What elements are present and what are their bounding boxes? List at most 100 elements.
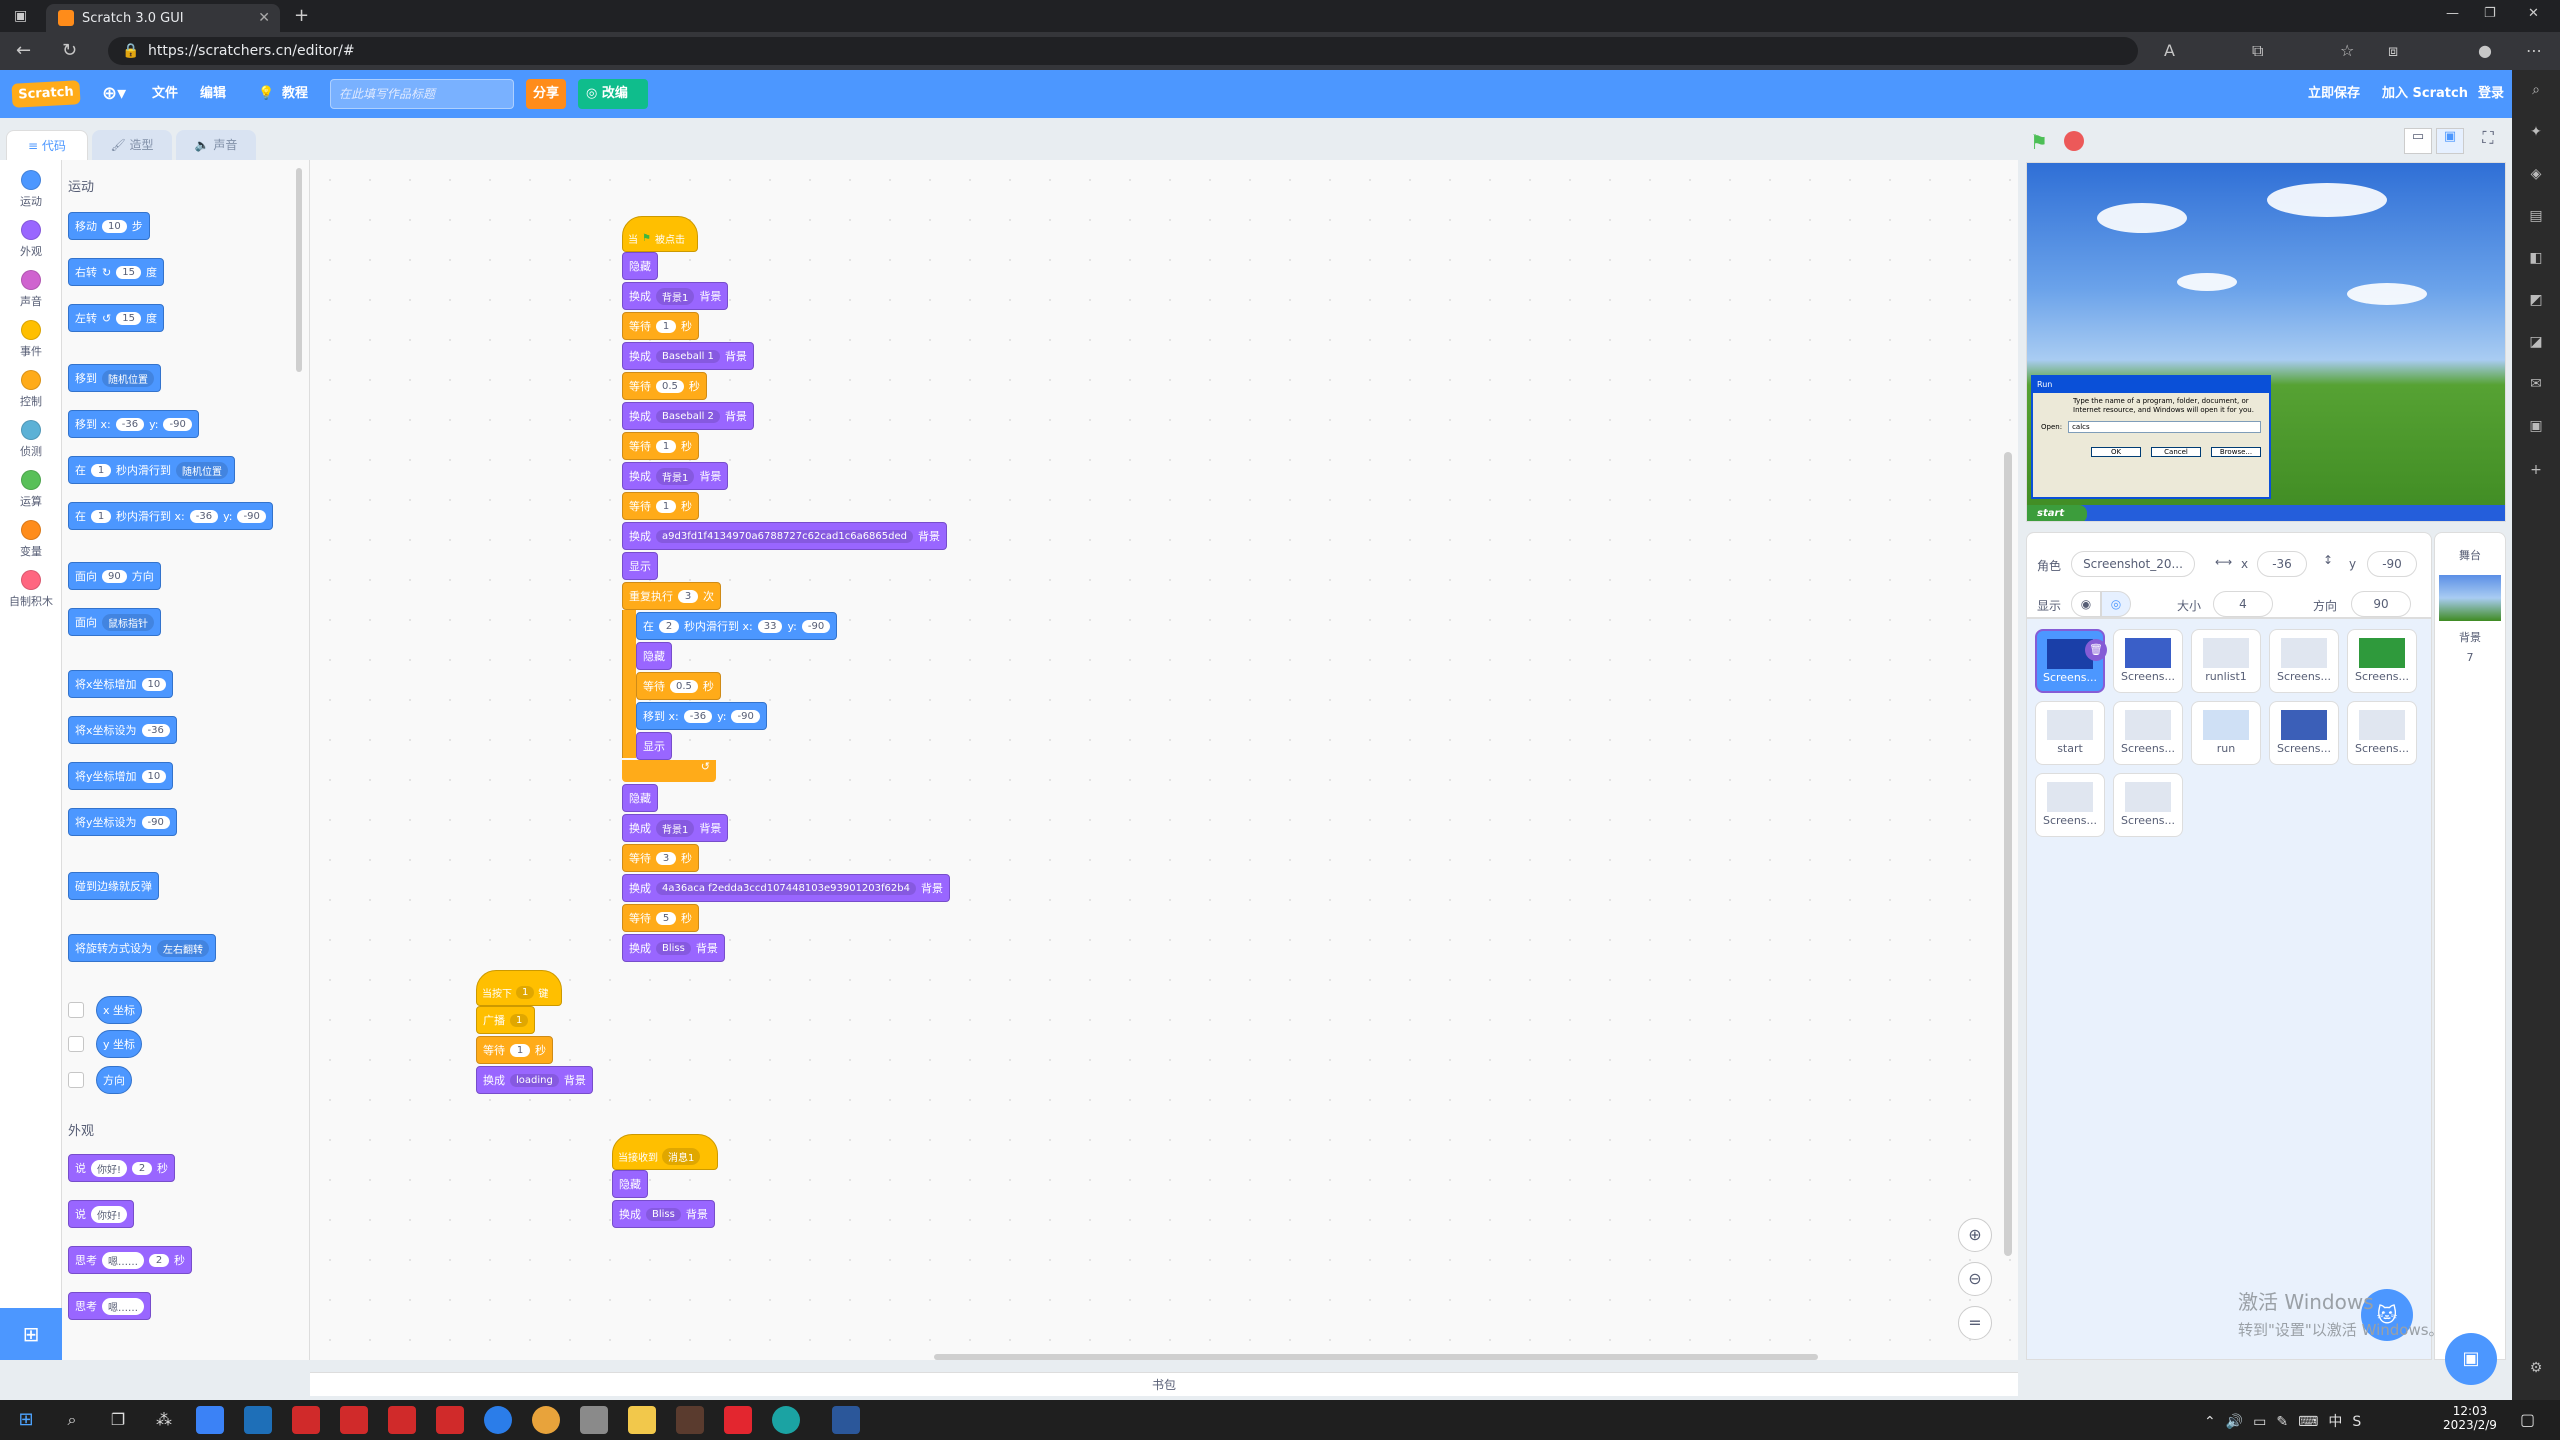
block-input[interactable]: 1 (656, 439, 676, 453)
switch-backdrop-block[interactable]: 换成 背景1 背景 (622, 814, 729, 842)
checkbox-direction[interactable] (68, 1072, 84, 1088)
block-input[interactable]: 0.5 (670, 679, 698, 693)
games-icon[interactable]: ◧ (2526, 250, 2546, 270)
category-7[interactable]: 变量 (0, 514, 62, 564)
block-dropdown[interactable]: Baseball 1 (656, 349, 720, 363)
collections-icon[interactable]: ⧈ (2388, 41, 2398, 61)
large-stage-icon[interactable]: ▣ (2436, 128, 2464, 154)
block-dropdown[interactable]: 鼠标指针 (102, 613, 154, 631)
app-icon-gray[interactable] (580, 1406, 608, 1434)
wait-block[interactable]: 等待 3 秒 (622, 844, 699, 872)
app-icon-red-1[interactable] (292, 1406, 320, 1434)
block-think[interactable]: 思考 嗯…… (68, 1292, 151, 1320)
block-input[interactable]: 3 (678, 589, 698, 603)
block-goto-xy[interactable]: 移到 x: -36 y: -90 (68, 410, 199, 438)
tray-icons[interactable]: ⌃🔊▭✎⌨中S (2204, 1411, 2371, 1431)
when-flag-clicked-block[interactable]: 当 ⚑ 被点击 (622, 216, 698, 252)
direction-input[interactable]: 90 (2351, 591, 2411, 617)
stage-thumbnail[interactable] (2439, 575, 2501, 621)
block-input[interactable]: 1 (656, 499, 676, 513)
when-receive-block[interactable]: 当接收到 消息1 (612, 1134, 718, 1170)
show-hidden-button[interactable]: ◎ (2101, 591, 2131, 617)
block-input[interactable]: -90 (731, 709, 760, 723)
app-icon-1[interactable] (196, 1406, 224, 1434)
checkbox-y[interactable] (68, 1036, 84, 1052)
outlook-icon[interactable]: ◪ (2526, 334, 2546, 354)
block-input[interactable]: 90 (102, 569, 127, 583)
block-input[interactable]: 1 (510, 1043, 530, 1057)
hide-block[interactable]: 隐藏 (622, 252, 658, 280)
join-scratch-button[interactable]: 加入 Scratch (2382, 70, 2468, 118)
block-set-x[interactable]: 将x坐标设为 -36 (68, 716, 177, 744)
block-set-y[interactable]: 将y坐标设为 -90 (68, 808, 177, 836)
block-dropdown[interactable]: Bliss (656, 941, 691, 955)
app-icon-chat[interactable] (484, 1406, 512, 1434)
favorites-icon[interactable]: ☆ (2340, 41, 2354, 60)
switch-backdrop-block[interactable]: 换成 a9d3fd1f4134970a6788727c62cad1c6a6865d… (622, 522, 947, 550)
block-rotation-style[interactable]: 将旋转方式设为 左右翻转 (68, 934, 216, 962)
block-input[interactable]: 15 (116, 265, 141, 279)
vscode-icon[interactable] (244, 1406, 272, 1434)
block-input[interactable]: -90 (141, 815, 170, 829)
wait-block[interactable]: 等待 1 秒 (476, 1036, 553, 1064)
block-input[interactable]: 你好! (91, 1159, 128, 1177)
sprite-tile[interactable]: start (2035, 701, 2105, 765)
block-glide-xy[interactable]: 在 1 秒内滑行到 x: -36 y: -90 (68, 502, 273, 530)
send-icon[interactable]: ✉ (2526, 376, 2546, 396)
block-dropdown[interactable]: loading (510, 1073, 559, 1087)
show-block[interactable]: 显示 (636, 732, 672, 760)
show-visible-button[interactable]: ◉ (2071, 591, 2101, 617)
block-move[interactable]: 移动 10 步 (68, 212, 150, 240)
block-turn-left[interactable]: 左转 ↺ 15 度 (68, 304, 164, 332)
scratch-logo[interactable]: Scratch (11, 80, 81, 108)
sprite-tile[interactable]: Screens... (2347, 629, 2417, 693)
hide-block[interactable]: 隐藏 (612, 1170, 648, 1198)
zoom-in-button[interactable]: ⊕ (1958, 1218, 1992, 1252)
wait-block[interactable]: 等待 5 秒 (622, 904, 699, 932)
glide-xy-block[interactable]: 在 2 秒内滑行到 x: 33 y: -90 (636, 612, 838, 640)
window-menu-icon[interactable]: ▣ (14, 8, 27, 24)
category-2[interactable]: 声音 (0, 264, 62, 314)
office-icon[interactable]: ◩ (2526, 292, 2546, 312)
reporter-y[interactable]: y 坐标 (96, 1030, 143, 1058)
category-8[interactable]: 自制积木 (0, 564, 62, 614)
more-icon[interactable]: ⋯ (2526, 41, 2542, 60)
wait-block[interactable]: 等待 1 秒 (622, 432, 699, 460)
app-icon-red-2[interactable] (340, 1406, 368, 1434)
small-stage-icon[interactable]: ▭ (2404, 128, 2432, 154)
add-sidebar-icon[interactable]: + (2526, 462, 2546, 482)
goto-xy-block[interactable]: 移到 x: -36 y: -90 (636, 702, 767, 730)
block-bounce[interactable]: 碰到边缘就反弹 (68, 872, 159, 900)
hide-block[interactable]: 隐藏 (636, 642, 672, 670)
stop-button[interactable] (2064, 131, 2084, 151)
share-button[interactable]: 分享 (526, 79, 566, 109)
block-input[interactable]: 10 (102, 219, 127, 233)
maximize-icon[interactable]: ❐ (2484, 6, 2496, 21)
code-workspace[interactable]: 当 ⚑ 被点击 隐藏 换成 背景1 背景 等待 1 秒 换成 Baseball 1 背景 等待 0… (310, 160, 2018, 1360)
read-aloud-icon[interactable]: A (2164, 41, 2175, 60)
switch-backdrop-block[interactable]: 换成 背景1 背景 (622, 462, 729, 490)
size-input[interactable]: 4 (2213, 591, 2273, 617)
toolbox-icon[interactable]: ▤ (2526, 208, 2546, 228)
block-input[interactable]: -36 (115, 417, 145, 431)
category-0[interactable]: 运动 (0, 164, 62, 214)
checkbox-x[interactable] (68, 1002, 84, 1018)
app-icon-red-4[interactable] (436, 1406, 464, 1434)
switch-backdrop-block[interactable]: 换成 背景1 背景 (622, 282, 729, 310)
profile-icon[interactable]: ● (2478, 41, 2492, 60)
block-input[interactable]: 3 (656, 851, 676, 865)
wait-block[interactable]: 等待 0.5 秒 (636, 672, 721, 700)
block-dropdown[interactable]: 1 (510, 1013, 529, 1027)
block-input[interactable]: 2 (659, 619, 679, 633)
block-input[interactable]: -90 (163, 417, 192, 431)
tab-costumes[interactable]: 🖌 造型 (92, 130, 172, 160)
show-block[interactable]: 显示 (622, 552, 658, 580)
block-input[interactable]: 1 (91, 509, 111, 523)
sparkle-icon[interactable]: ✦ (2526, 124, 2546, 144)
when-key-pressed-block[interactable]: 当按下 1 键 (476, 970, 562, 1006)
category-3[interactable]: 事件 (0, 314, 62, 364)
word-icon[interactable] (832, 1406, 860, 1434)
sprite-tile[interactable]: runlist1 (2191, 629, 2261, 693)
vertical-scrollbar[interactable] (2004, 452, 2012, 1256)
block-dropdown[interactable]: Bliss (646, 1207, 681, 1221)
